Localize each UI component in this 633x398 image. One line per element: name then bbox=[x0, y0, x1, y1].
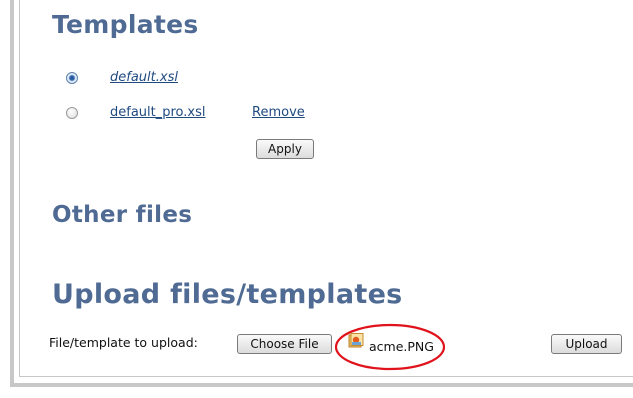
upload-button[interactable]: Upload bbox=[551, 334, 622, 354]
panel-frame bbox=[10, 0, 633, 387]
apply-button[interactable]: Apply bbox=[256, 139, 314, 159]
template-link-default[interactable]: default.xsl bbox=[110, 70, 178, 85]
template-link-default-pro[interactable]: default_pro.xsl bbox=[110, 105, 206, 120]
upload-field-label: File/template to upload: bbox=[49, 335, 198, 350]
radio-template-default[interactable] bbox=[66, 72, 78, 84]
templates-heading: Templates bbox=[52, 10, 199, 39]
upload-heading: Upload files/templates bbox=[52, 279, 403, 310]
radio-template-default-pro[interactable] bbox=[66, 107, 78, 119]
highlight-circle-annotation bbox=[334, 323, 446, 371]
choose-file-button[interactable]: Choose File bbox=[237, 334, 332, 354]
other-files-heading: Other files bbox=[52, 202, 193, 228]
remove-template-link[interactable]: Remove bbox=[252, 105, 305, 120]
